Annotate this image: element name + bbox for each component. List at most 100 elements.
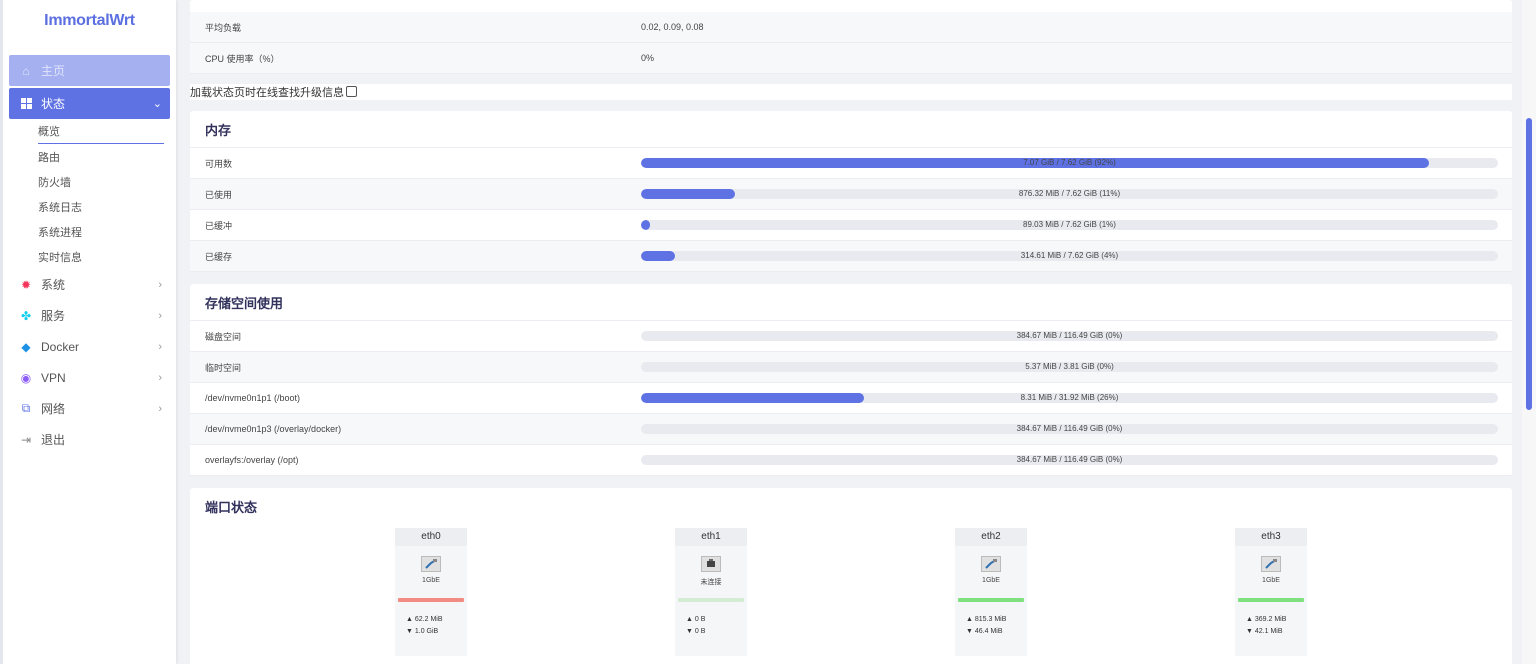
port-eth0: eth0 1GbE ▲ 62.2 MiB ▼ 1.0 GiB	[395, 528, 467, 656]
row-value: 0.02, 0.09, 0.08	[641, 22, 704, 32]
port-rx: ▼ 46.4 MiB	[966, 628, 1003, 635]
sidebar-item-services[interactable]: ✤ 服务 ›	[9, 300, 170, 331]
row-label: overlayfs:/overlay (/opt)	[205, 455, 299, 465]
port-status-bar	[1238, 598, 1304, 602]
home-icon: ⌂	[22, 63, 30, 78]
sidebar: ImmortalWrt ⌂ 主页 状态 ⌄ 概览 路由 防火墙 系统日志 系统进…	[0, 0, 176, 664]
memory-title: 内存	[190, 111, 1512, 148]
progress-text: 384.67 MiB / 116.49 GiB (0%)	[1016, 424, 1123, 433]
row-value: 8.31 MiB / 31.92 MiB (26%)	[641, 393, 1512, 403]
docker-icon: ◆	[21, 339, 31, 354]
puzzle-icon: ✤	[20, 308, 32, 323]
row-label: 可用数	[205, 158, 233, 169]
row-label: 平均负载	[205, 22, 242, 33]
progress-bar: 314.61 MiB / 7.62 GiB (4%)	[641, 251, 1498, 261]
storage-row: overlayfs:/overlay (/opt) 384.67 MiB / 11…	[190, 445, 1512, 476]
storage-row: /dev/nvme0n1p3 (/overlay/docker) 384.67 M…	[190, 414, 1512, 445]
progress-text: 89.03 MiB / 7.62 GiB (1%)	[1023, 220, 1116, 229]
row-value: 5.37 MiB / 3.81 GiB (0%)	[641, 362, 1512, 372]
port-name: eth2	[955, 528, 1027, 546]
ethernet-connected-icon	[421, 556, 441, 572]
system-row-load: 平均负载 0.02, 0.09, 0.08	[190, 12, 1512, 43]
progress-bar: 89.03 MiB / 7.62 GiB (1%)	[641, 220, 1498, 230]
port-rx: ▼ 1.0 GiB	[406, 628, 439, 635]
port-traffic: ▲ 815.3 MiB ▼ 46.4 MiB	[955, 614, 1027, 638]
memory-row: 已缓存 314.61 MiB / 7.62 GiB (4%)	[190, 241, 1512, 272]
submenu-item-realtime[interactable]: 实时信息	[38, 244, 170, 269]
sidebar-item-docker[interactable]: ◆ Docker ›	[9, 331, 170, 362]
port-rx: ▼ 0 B	[686, 628, 706, 635]
sidebar-item-label: 网络	[41, 402, 66, 416]
sidebar-item-network[interactable]: ⧉ 网络 ›	[9, 393, 170, 424]
sidebar-item-system[interactable]: ✹ 系统 ›	[9, 269, 170, 300]
submenu-item-overview[interactable]: 概览	[38, 119, 164, 144]
row-label: 临时空间	[205, 362, 242, 373]
submenu-item-syslog[interactable]: 系统日志	[38, 194, 170, 219]
network-icon: ⧉	[21, 401, 31, 415]
port-status-bar	[398, 598, 464, 602]
progress-bar: 384.67 MiB / 116.49 GiB (0%)	[641, 455, 1498, 465]
row-value: 314.61 MiB / 7.62 GiB (4%)	[641, 251, 1512, 261]
row-label: 已使用	[205, 189, 233, 200]
sidebar-item-status[interactable]: 状态 ⌄	[9, 88, 170, 119]
upgrade-check-option: 加载状态页时在线查找升级信息	[190, 84, 1512, 100]
chevron-down-icon: ⌄	[152, 98, 162, 110]
submenu-item-firewall[interactable]: 防火墙	[38, 169, 170, 194]
page-scrollbar[interactable]	[1522, 0, 1536, 664]
system-card: 平均负载 0.02, 0.09, 0.08 CPU 使用率（%） 0%	[190, 0, 1512, 74]
system-row-cpu: CPU 使用率（%） 0%	[190, 43, 1512, 74]
row-value: 7.07 GiB / 7.62 GiB (92%)	[641, 158, 1512, 168]
sidebar-item-vpn[interactable]: ◉ VPN ›	[9, 362, 170, 393]
storage-row: /dev/nvme0n1p1 (/boot) 8.31 MiB / 31.92 M…	[190, 383, 1512, 414]
brand-logo[interactable]: ImmortalWrt	[3, 0, 176, 40]
sidebar-item-label: 退出	[41, 433, 66, 447]
progress-bar: 384.67 MiB / 116.49 GiB (0%)	[641, 424, 1498, 434]
vpn-icon: ◉	[20, 370, 32, 385]
progress-text: 384.67 MiB / 116.49 GiB (0%)	[1016, 331, 1123, 340]
scrollbar-thumb[interactable]	[1526, 118, 1532, 410]
port-name: eth3	[1235, 528, 1307, 546]
port-name: eth1	[675, 528, 747, 546]
memory-row: 已使用 876.32 MiB / 7.62 GiB (11%)	[190, 179, 1512, 210]
dashboard-icon	[19, 98, 33, 109]
storage-card: 存储空间使用 磁盘空间 384.67 MiB / 116.49 GiB (0%) 临…	[190, 284, 1512, 476]
progress-text: 7.07 GiB / 7.62 GiB (92%)	[1023, 158, 1116, 167]
row-label: CPU 使用率（%）	[205, 53, 280, 64]
chevron-right-icon: ›	[158, 402, 162, 415]
sidebar-item-label: 服务	[41, 309, 66, 323]
row-label: 磁盘空间	[205, 331, 242, 342]
sidebar-item-logout[interactable]: ⇥ 退出	[9, 424, 170, 455]
sidebar-item-home[interactable]: ⌂ 主页	[9, 55, 170, 86]
ethernet-connected-icon	[1261, 556, 1281, 572]
port-traffic: ▲ 0 B ▼ 0 B	[675, 614, 747, 638]
chevron-right-icon: ›	[158, 371, 162, 384]
sidebar-item-label: VPN	[41, 370, 66, 385]
sidebar-nav: ⌂ 主页 状态 ⌄ 概览 路由 防火墙 系统日志 系统进程 实时信息 ✹ 系统 …	[9, 55, 170, 455]
storage-title: 存储空间使用	[190, 284, 1512, 321]
memory-row: 已缓冲 89.03 MiB / 7.62 GiB (1%)	[190, 210, 1512, 241]
port-tx: ▲ 815.3 MiB	[966, 616, 1007, 623]
port-status-bar	[678, 598, 744, 602]
sidebar-item-label: 主页	[41, 64, 66, 78]
sidebar-item-label: Docker	[41, 339, 80, 354]
port-status-card: 端口状态 eth0 1GbE ▲ 62.2 MiB ▼ 1.0 GiB eth1 未连接 ▲…	[190, 488, 1512, 664]
upgrade-check-checkbox[interactable]	[346, 85, 357, 97]
progress-bar: 8.31 MiB / 31.92 MiB (26%)	[641, 393, 1498, 403]
status-submenu: 概览 路由 防火墙 系统日志 系统进程 实时信息	[9, 119, 170, 269]
row-value: 384.67 MiB / 116.49 GiB (0%)	[641, 331, 1512, 341]
row-value: 89.03 MiB / 7.62 GiB (1%)	[641, 220, 1512, 230]
row-value: 0%	[641, 53, 655, 63]
port-tx: ▲ 0 B	[686, 616, 706, 623]
ethernet-disconnected-icon	[701, 556, 721, 572]
submenu-item-processes[interactable]: 系统进程	[38, 219, 170, 244]
port-speed: 1GbE	[1262, 577, 1280, 584]
submenu-item-routes[interactable]: 路由	[38, 144, 170, 169]
logout-icon: ⇥	[20, 432, 32, 447]
row-value: 384.67 MiB / 116.49 GiB (0%)	[641, 424, 1512, 434]
memory-row: 可用数 7.07 GiB / 7.62 GiB (92%)	[190, 148, 1512, 179]
row-label: 已缓冲	[205, 220, 233, 231]
port-tx: ▲ 62.2 MiB	[406, 616, 443, 623]
gear-icon: ✹	[20, 277, 32, 292]
chevron-right-icon: ›	[158, 278, 162, 291]
port-name: eth0	[395, 528, 467, 546]
